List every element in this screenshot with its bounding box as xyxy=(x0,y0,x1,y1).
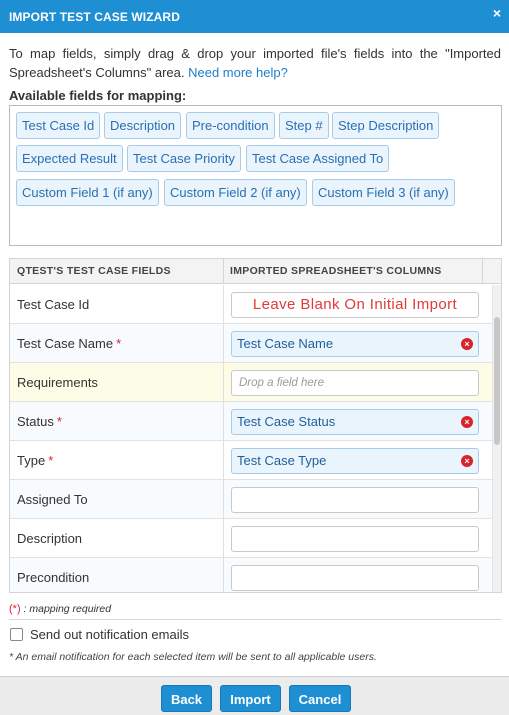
notification-note: * An email notification for each selecte… xyxy=(9,651,377,663)
column-header-qtest-fields: QTEST'S TEST CASE FIELDS xyxy=(17,265,171,277)
dialog-footer: Back Import Cancel xyxy=(0,676,509,715)
header-divider xyxy=(223,259,224,284)
field-chip-step-description[interactable]: Step Description xyxy=(332,112,440,139)
field-label-text: Assigned To xyxy=(17,492,88,507)
field-chip-test-case-assigned-to[interactable]: Test Case Assigned To xyxy=(246,145,390,172)
drop-target-test-case-name[interactable]: Test Case Name × xyxy=(231,331,479,357)
header-divider xyxy=(482,259,483,284)
intro-text: To map fields, simply drag & drop your i… xyxy=(9,44,501,82)
required-legend-text: : mapping required xyxy=(20,603,112,615)
mapping-row-test-case-id: Test Case Id Leave Blank On Initial Impo… xyxy=(10,285,492,324)
mapping-table-header: QTEST'S TEST CASE FIELDS IMPORTED SPREAD… xyxy=(10,259,501,284)
remove-mapping-icon[interactable]: × xyxy=(461,338,473,350)
drop-target-assigned-to[interactable] xyxy=(231,487,479,513)
column-divider xyxy=(223,441,224,480)
mapping-table: QTEST'S TEST CASE FIELDS IMPORTED SPREAD… xyxy=(9,258,502,593)
notify-checkbox-label[interactable]: Send out notification emails xyxy=(30,627,189,643)
field-chip-test-case-priority[interactable]: Test Case Priority xyxy=(127,145,241,172)
drop-target-status[interactable]: Test Case Status × xyxy=(231,409,479,435)
drop-target-requirements[interactable]: Drop a field here xyxy=(231,370,479,396)
field-label: Type * xyxy=(17,441,53,480)
column-header-spreadsheet-columns: IMPORTED SPREADSHEET'S COLUMNS xyxy=(230,265,442,277)
help-link[interactable]: Need more help? xyxy=(188,65,288,80)
field-label-text: Precondition xyxy=(17,570,90,585)
field-label: Test Case Name * xyxy=(17,324,121,363)
remove-mapping-icon[interactable]: × xyxy=(461,416,473,428)
field-label-text: Requirements xyxy=(17,375,98,390)
column-divider xyxy=(223,285,224,324)
drop-target-type[interactable]: Test Case Type × xyxy=(231,448,479,474)
available-fields-label: Available fields for mapping: xyxy=(9,88,187,103)
column-divider xyxy=(223,519,224,558)
scrollbar-thumb[interactable] xyxy=(494,317,500,445)
back-button[interactable]: Back xyxy=(161,685,212,712)
field-label-text: Test Case Id xyxy=(17,297,90,312)
field-label-text: Test Case Name xyxy=(17,336,114,351)
mapping-row-requirements: Requirements Drop a field here xyxy=(10,363,492,402)
remove-mapping-icon[interactable]: × xyxy=(461,455,473,467)
dialog-title: IMPORT TEST CASE WIZARD xyxy=(9,10,180,24)
required-legend-marker: (*) xyxy=(9,603,21,615)
column-divider xyxy=(223,324,224,363)
field-label-text: Description xyxy=(17,531,83,546)
field-label: Requirements xyxy=(17,363,98,402)
column-divider xyxy=(223,558,224,592)
field-label: Description xyxy=(17,519,82,558)
column-divider xyxy=(223,363,224,402)
required-legend: (*) : mapping required xyxy=(9,603,111,615)
cancel-button[interactable]: Cancel xyxy=(289,685,351,712)
mapped-field-value: Test Case Type xyxy=(237,453,327,468)
mapped-field-value: Test Case Name xyxy=(237,336,334,351)
dialog-titlebar: IMPORT TEST CASE WIZARD × xyxy=(0,0,509,33)
field-chip-custom-field-1[interactable]: Custom Field 1 (if any) xyxy=(16,179,159,206)
field-label: Assigned To xyxy=(17,480,88,519)
available-fields-box[interactable]: Test Case Id Description Pre-condition S… xyxy=(9,105,502,246)
mapping-row-description: Description xyxy=(10,519,492,558)
field-label: Test Case Id xyxy=(17,285,89,324)
mapping-row-type: Type * Test Case Type × xyxy=(10,441,492,480)
drop-target-precondition[interactable] xyxy=(231,565,479,591)
mapping-table-scrollbar[interactable] xyxy=(492,285,501,592)
mapping-row-status: Status * Test Case Status × xyxy=(10,402,492,441)
column-divider xyxy=(223,402,224,441)
mapping-row-assigned-to: Assigned To xyxy=(10,480,492,519)
field-chip-expected-result[interactable]: Expected Result xyxy=(16,145,123,172)
field-chip-custom-field-3[interactable]: Custom Field 3 (if any) xyxy=(312,179,455,206)
required-marker: * xyxy=(48,453,54,468)
drop-placeholder: Drop a field here xyxy=(239,377,325,389)
mapped-field-value: Test Case Status xyxy=(237,414,336,429)
close-icon[interactable]: × xyxy=(493,6,501,20)
fixed-mapping-note: Leave Blank On Initial Import xyxy=(252,296,458,313)
notify-checkbox[interactable] xyxy=(10,628,23,641)
field-label-text: Status xyxy=(17,414,54,429)
import-button[interactable]: Import xyxy=(220,685,281,712)
mapping-row-precondition: Precondition xyxy=(10,558,492,592)
column-divider xyxy=(223,480,224,519)
field-chip-step-number[interactable]: Step # xyxy=(279,112,329,139)
required-marker: * xyxy=(116,336,122,351)
drop-target-test-case-id[interactable]: Leave Blank On Initial Import xyxy=(231,292,479,318)
field-chip-custom-field-2[interactable]: Custom Field 2 (if any) xyxy=(164,179,307,206)
field-chip-pre-condition[interactable]: Pre-condition xyxy=(186,112,275,139)
field-chip-test-case-id[interactable]: Test Case Id xyxy=(16,112,101,139)
drop-target-description[interactable] xyxy=(231,526,479,552)
field-chip-description[interactable]: Description xyxy=(104,112,182,139)
field-label: Status * xyxy=(17,402,62,441)
required-marker: * xyxy=(56,414,62,429)
mapping-row-test-case-name: Test Case Name * Test Case Name × xyxy=(10,324,492,363)
field-label-text: Type xyxy=(17,453,46,468)
section-divider xyxy=(9,619,502,620)
field-label: Precondition xyxy=(17,558,90,592)
